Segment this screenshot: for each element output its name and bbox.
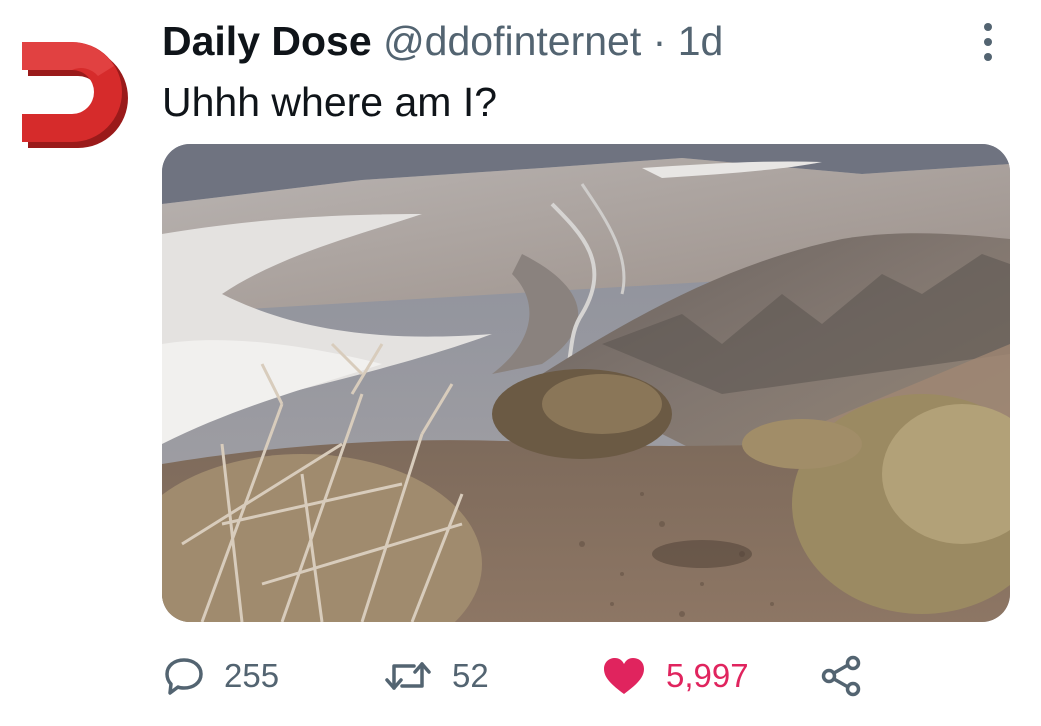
avatar[interactable] xyxy=(18,38,130,150)
retweet-button[interactable]: 52 xyxy=(384,652,489,700)
author-name[interactable]: Daily Dose xyxy=(162,18,372,64)
author-handle[interactable]: @ddofinternet xyxy=(383,18,641,64)
reply-count: 255 xyxy=(224,657,280,694)
like-count: 5,997 xyxy=(666,657,749,694)
share-icon xyxy=(821,655,861,697)
reply-icon xyxy=(165,658,203,695)
separator-dot: · xyxy=(652,18,667,64)
share-button[interactable] xyxy=(820,652,862,700)
more-vertical-icon xyxy=(984,23,992,61)
tweet-text: Uhhh where am I? xyxy=(162,79,498,125)
tweet-header: Daily Dose @ddofinternet · 1d xyxy=(162,16,723,66)
like-button[interactable]: 5,997 xyxy=(602,652,749,700)
timestamp[interactable]: 1d xyxy=(678,18,724,64)
more-options-button[interactable] xyxy=(978,20,998,64)
heart-icon xyxy=(604,658,644,694)
tweet-actions: 255 52 5,997 xyxy=(0,640,1041,710)
reply-button[interactable]: 255 xyxy=(164,652,279,700)
red-d-logo-icon xyxy=(22,42,128,148)
tweet-media[interactable] xyxy=(162,144,1010,622)
retweet-icon xyxy=(385,662,431,690)
retweet-count: 52 xyxy=(452,657,489,694)
landscape-photo xyxy=(162,144,1010,622)
